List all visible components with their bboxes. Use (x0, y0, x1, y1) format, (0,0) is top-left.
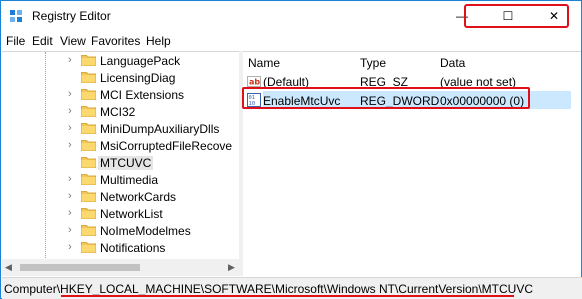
tree-item[interactable]: › Notifications (2, 239, 239, 256)
column-header-data[interactable]: Data (440, 56, 465, 70)
registry-path: Computer\HKEY_LOCAL_MACHINE\SOFTWARE\Mic… (4, 282, 534, 296)
folder-icon (81, 106, 96, 117)
tree-item[interactable]: › NetworkCards (2, 188, 239, 205)
tree-item[interactable]: › MiniDumpAuxiliaryDlls (2, 120, 239, 137)
chevron-right-icon[interactable]: › (68, 122, 72, 134)
tree-item-label: Multimedia (100, 173, 159, 187)
tree-item[interactable]: › MCI32 (2, 103, 239, 120)
registry-editor-window: Registry Editor — ☐ ✕ File Edit View Fav… (0, 0, 582, 299)
scroll-left-icon[interactable]: ◀ (5, 262, 12, 273)
tree-item-label: MiniDumpAuxiliaryDlls (100, 122, 220, 136)
folder-icon (81, 191, 96, 202)
title-bar[interactable]: Registry Editor — ☐ ✕ (1, 1, 581, 31)
menu-edit[interactable]: Edit (32, 34, 53, 48)
chevron-right-icon[interactable]: › (68, 207, 72, 219)
folder-icon (81, 242, 96, 253)
menu-bar: File Edit View Favorites Help (1, 32, 581, 50)
chevron-right-icon[interactable]: › (68, 105, 72, 117)
tree-item[interactable]: › Multimedia (2, 171, 239, 188)
values-list: Name Type Data ab (Default) REG_SZ (valu… (243, 51, 581, 276)
folder-icon (81, 225, 96, 236)
chevron-right-icon[interactable]: › (68, 139, 72, 151)
path-highlight-underline (61, 295, 514, 297)
menu-favorites[interactable]: Favorites (91, 34, 140, 48)
column-header-type[interactable]: Type (360, 56, 386, 70)
tree-item-label: MTCUVC (98, 156, 154, 170)
tree-item-label: LanguagePack (100, 54, 181, 68)
folder-icon (81, 55, 96, 66)
value-row-highlight (242, 87, 530, 109)
menu-help[interactable]: Help (146, 34, 171, 48)
svg-text:ab: ab (249, 78, 260, 87)
menu-view[interactable]: View (60, 34, 86, 48)
window-controls-highlight (464, 4, 569, 28)
scroll-right-icon[interactable]: ▶ (228, 262, 235, 273)
tree-item-label: MsiCorruptedFileRecove (100, 139, 233, 153)
horizontal-scrollbar[interactable]: ◀ ▶ (2, 259, 239, 276)
folder-icon (81, 123, 96, 134)
chevron-right-icon[interactable]: › (68, 88, 72, 100)
column-header-name[interactable]: Name (248, 56, 280, 70)
tree-item-label: NetworkCards (100, 190, 177, 204)
string-value-icon: ab (247, 76, 261, 87)
tree-item[interactable]: › LanguagePack (2, 52, 239, 69)
folder-icon (81, 157, 96, 168)
chevron-right-icon[interactable]: › (68, 190, 72, 202)
chevron-right-icon[interactable]: › (68, 173, 72, 185)
tree-item[interactable]: › NoImeModelmes (2, 222, 239, 239)
tree-item[interactable]: › MCI Extensions (2, 86, 239, 103)
tree-item-label: Notifications (100, 241, 166, 255)
tree-item[interactable]: › NetworkList (2, 205, 239, 222)
registry-editor-icon (10, 10, 22, 22)
menu-file[interactable]: File (6, 34, 25, 48)
folder-icon (81, 140, 96, 151)
tree-item-label: MCI Extensions (100, 88, 185, 102)
tree-item-label: MCI32 (100, 105, 136, 119)
tree-item[interactable]: MTCUVC (2, 154, 239, 171)
folder-icon (81, 174, 96, 185)
chevron-right-icon[interactable]: › (68, 54, 72, 66)
chevron-right-icon[interactable]: › (68, 224, 72, 236)
folder-icon (81, 72, 96, 83)
folder-icon (81, 89, 96, 100)
tree-item[interactable]: › MsiCorruptedFileRecove (2, 137, 239, 154)
tree-item[interactable]: LicensingDiag (2, 69, 239, 86)
registry-tree[interactable]: › LanguagePack LicensingDiag › MCI Extension… (2, 51, 239, 259)
chevron-right-icon[interactable]: › (68, 241, 72, 253)
tree-item-label: NetworkList (100, 207, 163, 221)
scroll-thumb[interactable] (20, 264, 140, 271)
folder-icon (81, 208, 96, 219)
tree-item-label: NoImeModelmes (100, 224, 191, 238)
window-title: Registry Editor (32, 9, 111, 23)
tree-item-label: LicensingDiag (100, 71, 176, 85)
